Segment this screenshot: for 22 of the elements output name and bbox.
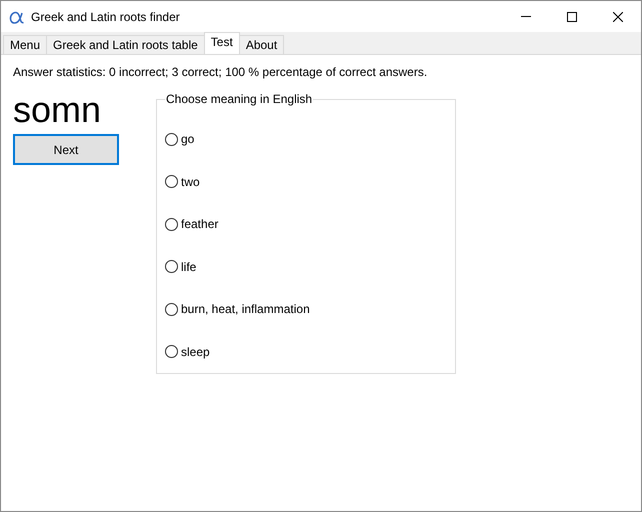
option-label[interactable]: go (181, 132, 194, 146)
radio-button[interactable] (165, 218, 178, 231)
window-title: Greek and Latin roots finder (31, 10, 181, 24)
close-icon[interactable] (613, 12, 623, 22)
option-label[interactable]: feather (181, 217, 218, 232)
option-label[interactable]: sleep (181, 344, 210, 359)
option-label[interactable]: burn, heat, inflammation (181, 302, 310, 316)
radio-button[interactable] (165, 175, 178, 188)
radio-button[interactable] (165, 132, 178, 146)
next-button[interactable]: Next (13, 134, 119, 165)
radio-button[interactable] (165, 260, 178, 274)
root-word: somn (13, 92, 102, 128)
radio-button[interactable] (165, 345, 178, 358)
maximize-icon[interactable] (567, 12, 577, 22)
radio-button[interactable] (165, 302, 178, 316)
tab[interactable]: Test (204, 32, 240, 54)
tab[interactable]: Menu (3, 35, 48, 54)
group-legend: Choose meaning in English (165, 92, 314, 106)
tab[interactable]: About (238, 35, 284, 54)
statistics-text: Answer statistics: 0 incorrect; 3 correct; 100 % percentage of correct answers. (13, 65, 428, 79)
option-label[interactable]: life (181, 260, 196, 274)
option-label[interactable]: two (181, 174, 200, 189)
